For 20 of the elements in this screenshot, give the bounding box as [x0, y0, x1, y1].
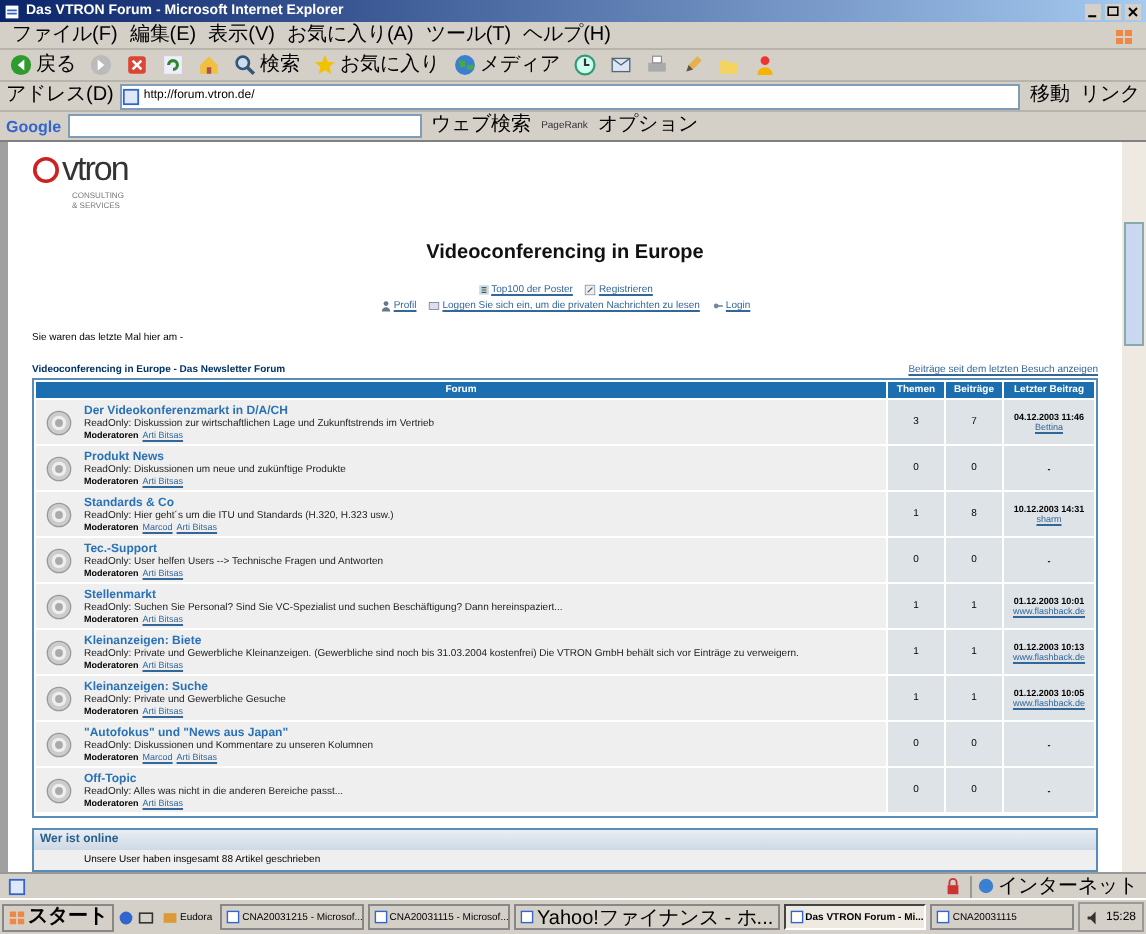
toolbar-button[interactable]: 検索 [230, 53, 304, 77]
menu-item[interactable]: ヘルプ(H) [523, 23, 611, 47]
go-button[interactable]: 移動 [1026, 84, 1074, 108]
menu-item[interactable]: ツール(T) [425, 23, 512, 47]
menu-item[interactable]: 表示(V) [208, 23, 275, 47]
page-title: Videoconferencing in Europe [424, 242, 706, 264]
logo-text: vtron [62, 150, 128, 190]
toolbar-button[interactable]: お気に入り [310, 53, 444, 77]
toolbar-button[interactable]: メディア [450, 53, 564, 77]
taskbar-button[interactable]: Yahoo!ファイナンス - ホ... [514, 904, 780, 930]
menu-item[interactable]: ファイル(F) [12, 23, 118, 47]
web-search-button[interactable]: ウェブ検索 [427, 114, 536, 138]
options-button[interactable]: オプション [593, 114, 702, 138]
start-button[interactable]: スタート [2, 903, 114, 931]
menu-item[interactable]: 編集(E) [129, 23, 197, 47]
menu-item[interactable]: お気に入り(A) [286, 23, 414, 47]
toolbar-button[interactable]: 戻る [6, 53, 80, 77]
address-label: アドレス(D) [6, 84, 114, 108]
google-logo[interactable]: Google [6, 117, 62, 135]
links-label[interactable]: リンク [1080, 84, 1140, 108]
